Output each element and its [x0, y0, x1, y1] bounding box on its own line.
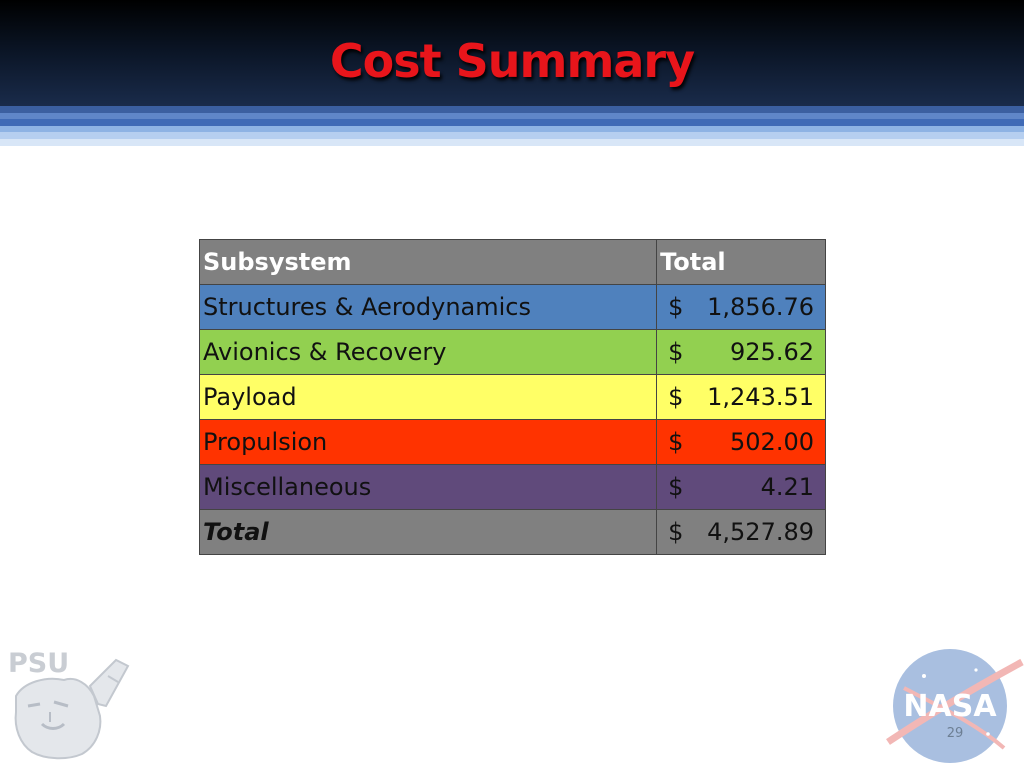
currency-symbol: $	[668, 338, 684, 366]
subsystem-cell: Avionics & Recovery	[198, 329, 658, 375]
amount-value: 4.21	[760, 473, 814, 501]
page-number: 29	[946, 726, 964, 741]
subsystem-cell: Structures & Aerodynamics	[198, 284, 658, 330]
nasa-meatball-logo: NASA	[886, 649, 1024, 763]
table-header-row: Subsystem Total	[198, 239, 826, 285]
table-row: Miscellaneous $4.21	[198, 464, 826, 510]
table-row: Structures & Aerodynamics $1,856.76	[198, 284, 826, 330]
amount-value: 925.62	[730, 338, 814, 366]
total-cell: $1,856.76	[656, 284, 826, 330]
total-cell: $1,243.51	[656, 374, 826, 420]
total-cell: $925.62	[656, 329, 826, 375]
amount-value: 1,243.51	[707, 383, 814, 411]
psu-logo-text: PSU	[8, 648, 69, 679]
banner-stripe	[0, 119, 1024, 126]
currency-symbol: $	[668, 383, 684, 411]
banner-stripe	[0, 139, 1024, 146]
currency-symbol: $	[668, 293, 684, 321]
subsystem-cell: Propulsion	[198, 419, 658, 465]
currency-symbol: $	[668, 518, 684, 546]
column-header-total: Total	[656, 239, 826, 285]
banner-stripe	[0, 106, 1024, 113]
table-row: Payload $1,243.51	[198, 374, 826, 420]
currency-symbol: $	[668, 473, 684, 501]
banner-stripe	[0, 132, 1024, 139]
subsystem-cell: Payload	[198, 374, 658, 420]
cost-summary-table: Subsystem Total Structures & Aerodynamic…	[198, 239, 826, 555]
total-cell: $502.00	[656, 419, 826, 465]
amount-value: 1,856.76	[707, 293, 814, 321]
currency-symbol: $	[668, 428, 684, 456]
table-row: Propulsion $502.00	[198, 419, 826, 465]
total-row: Total $4,527.89	[198, 509, 826, 555]
grand-total-cell: $4,527.89	[656, 509, 826, 555]
table-row: Avionics & Recovery $925.62	[198, 329, 826, 375]
total-cell: $4.21	[656, 464, 826, 510]
total-label: Total	[198, 509, 658, 555]
amount-value: 502.00	[730, 428, 814, 456]
nasa-logo-text: NASA	[903, 689, 997, 724]
column-header-subsystem: Subsystem	[198, 239, 658, 285]
slide-title: Cost Summary	[329, 34, 695, 88]
subsystem-cell: Miscellaneous	[198, 464, 658, 510]
psu-nittany-lion-logo: PSU	[8, 648, 130, 760]
grand-total-value: 4,527.89	[707, 518, 814, 546]
